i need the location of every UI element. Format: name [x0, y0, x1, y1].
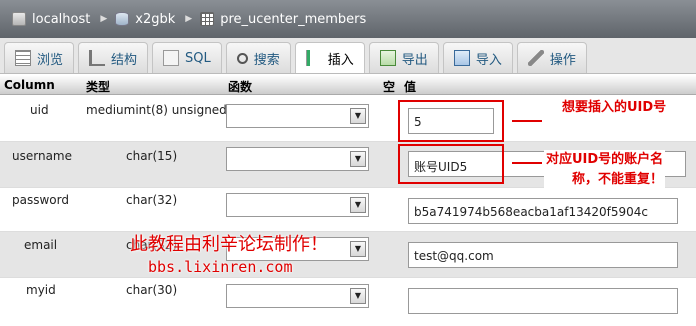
- function-select[interactable]: ▼: [226, 284, 369, 308]
- header-null: 空: [383, 80, 396, 94]
- tab-export[interactable]: 导出: [368, 42, 439, 73]
- table-row: password char(32) ▼ b5a741974b568eacba1a…: [0, 188, 696, 232]
- table-icon: [200, 12, 215, 26]
- tab-label: 浏览: [37, 52, 64, 68]
- database-icon: [115, 12, 130, 26]
- tab-label: 搜索: [253, 52, 280, 68]
- chevron-down-icon: ▼: [350, 197, 366, 213]
- column-type: char(30): [126, 283, 178, 297]
- sql-icon: [163, 50, 180, 66]
- column-name: email: [24, 238, 58, 252]
- tab-import[interactable]: 导入: [442, 42, 513, 73]
- breadcrumb-database[interactable]: x2gbk: [135, 12, 175, 27]
- breadcrumb: localhost ▶ x2gbk ▶ pre_ucenter_members: [0, 0, 696, 38]
- breadcrumb-separator-icon: ▶: [100, 14, 108, 24]
- tab-label: 导入: [475, 52, 502, 68]
- header-column: Column: [4, 78, 55, 92]
- table-row: myid char(30) ▼: [0, 278, 696, 326]
- value-input-email[interactable]: test@qq.com: [408, 242, 678, 268]
- table-row: email char(32) ▼ test@qq.com: [0, 232, 696, 278]
- import-icon: [453, 50, 470, 66]
- tab-label: 插入: [327, 52, 354, 68]
- uid-annotation: 想要插入的UID号: [562, 100, 667, 115]
- header-value: 值: [404, 80, 417, 94]
- operations-icon: [527, 50, 544, 66]
- tab-search[interactable]: 搜索: [225, 42, 291, 73]
- chevron-down-icon: ▼: [350, 241, 366, 257]
- highlight-box-uid: [398, 100, 504, 142]
- tab-insert[interactable]: 插入: [294, 42, 365, 73]
- annotation-line: [512, 162, 542, 164]
- browse-icon: [15, 50, 31, 66]
- watermark-text: 此教程由利辛论坛制作！: [130, 234, 328, 255]
- username-annotation-line1: 对应UID号的账户名: [546, 152, 664, 167]
- breadcrumb-server[interactable]: localhost: [32, 12, 90, 27]
- highlight-box-username: [398, 144, 504, 184]
- chevron-down-icon: ▼: [350, 151, 366, 167]
- structure-icon: [89, 50, 106, 66]
- column-type: mediumint(8) unsigned: [86, 103, 227, 117]
- column-type: char(32): [126, 193, 178, 207]
- column-name: username: [12, 149, 72, 163]
- annotation-line: [512, 120, 542, 122]
- header-function: 函数: [228, 80, 253, 94]
- insert-icon: [305, 50, 322, 66]
- function-select[interactable]: ▼: [226, 193, 369, 217]
- function-select[interactable]: ▼: [226, 104, 369, 128]
- server-icon: [12, 12, 26, 26]
- header-type: 类型: [86, 80, 111, 94]
- column-name: myid: [26, 283, 56, 297]
- column-type: char(15): [126, 149, 178, 163]
- tab-sql[interactable]: SQL: [152, 42, 222, 73]
- function-select[interactable]: ▼: [226, 147, 369, 171]
- watermark-url: bbs.lixinren.com: [148, 258, 293, 276]
- username-annotation: 对应UID号的账户名 称，不能重复！: [544, 150, 666, 190]
- tab-label: 结构: [111, 52, 138, 68]
- chevron-down-icon: ▼: [350, 108, 366, 124]
- value-input-myid[interactable]: [408, 288, 678, 314]
- insert-table-header: Column 类型 函数 空 值: [0, 75, 696, 95]
- export-icon: [379, 50, 396, 66]
- breadcrumb-table[interactable]: pre_ucenter_members: [220, 12, 366, 27]
- search-icon: [236, 52, 248, 64]
- tab-label: 导出: [401, 52, 428, 68]
- username-annotation-line2: 称，不能重复！: [572, 172, 664, 187]
- chevron-down-icon: ▼: [350, 288, 366, 304]
- tab-label: SQL: [185, 50, 211, 66]
- breadcrumb-separator-icon: ▶: [185, 14, 193, 24]
- column-name: uid: [30, 103, 49, 117]
- tab-browse[interactable]: 浏览: [4, 42, 75, 73]
- value-input-password[interactable]: b5a741974b568eacba1af13420f5904c: [408, 198, 678, 224]
- tab-bar: 浏览 结构 SQL 搜索 插入 导出 导入 操作: [0, 38, 696, 74]
- column-name: password: [12, 193, 69, 207]
- tab-structure[interactable]: 结构: [78, 42, 149, 73]
- tab-label: 操作: [549, 52, 576, 68]
- tab-operations[interactable]: 操作: [516, 42, 587, 73]
